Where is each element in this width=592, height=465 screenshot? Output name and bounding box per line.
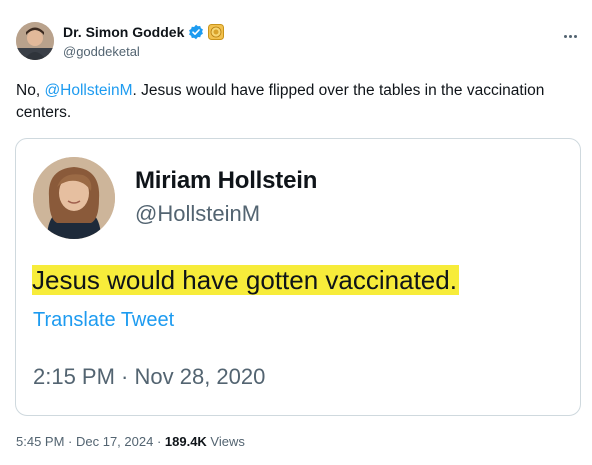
tweet-date[interactable]: Dec 17, 2024 (76, 434, 153, 449)
quoted-author-handle[interactable]: @HollsteinM (135, 201, 260, 227)
quoted-tweet-text: Jesus would have gotten vaccinated. (32, 263, 459, 297)
author-name-row: Dr. Simon Goddek (63, 24, 225, 40)
quoted-author-display-name[interactable]: Miriam Hollstein (135, 167, 317, 195)
verified-badge-icon[interactable] (188, 24, 204, 40)
author-avatar[interactable] (16, 22, 54, 60)
quoted-tweet-datetime[interactable]: 2:15 PM · Nov 28, 2020 (33, 364, 265, 390)
translate-tweet-link[interactable]: Translate Tweet (33, 309, 174, 332)
quoted-tweet-card[interactable]: Miriam Hollstein @HollsteinM Jesus would… (15, 138, 581, 416)
author-display-name[interactable]: Dr. Simon Goddek (63, 24, 184, 40)
more-icon[interactable] (560, 28, 580, 44)
tweet-meta: 5:45 PM · Dec 17, 2024 · 189.4K Views (16, 434, 245, 449)
mention-link[interactable]: @HollsteinM (44, 82, 132, 99)
meta-separator: · (153, 434, 165, 449)
views-label: Views (206, 434, 245, 449)
highlighted-quote: Jesus would have gotten vaccinated. (32, 265, 459, 295)
tweet-time[interactable]: 5:45 PM (16, 434, 64, 449)
tweet-text-prefix: No, (16, 82, 45, 99)
tweet-text: No, @HollsteinM. Jesus would have flippe… (16, 80, 576, 124)
cropped-header-fragment (90, 0, 160, 4)
author-handle[interactable]: @goddeketal (63, 44, 140, 59)
quoted-author-avatar[interactable] (33, 157, 115, 239)
views-count[interactable]: 189.4K (165, 434, 207, 449)
meta-separator: · (64, 434, 76, 449)
affiliate-badge-icon[interactable] (208, 24, 225, 40)
